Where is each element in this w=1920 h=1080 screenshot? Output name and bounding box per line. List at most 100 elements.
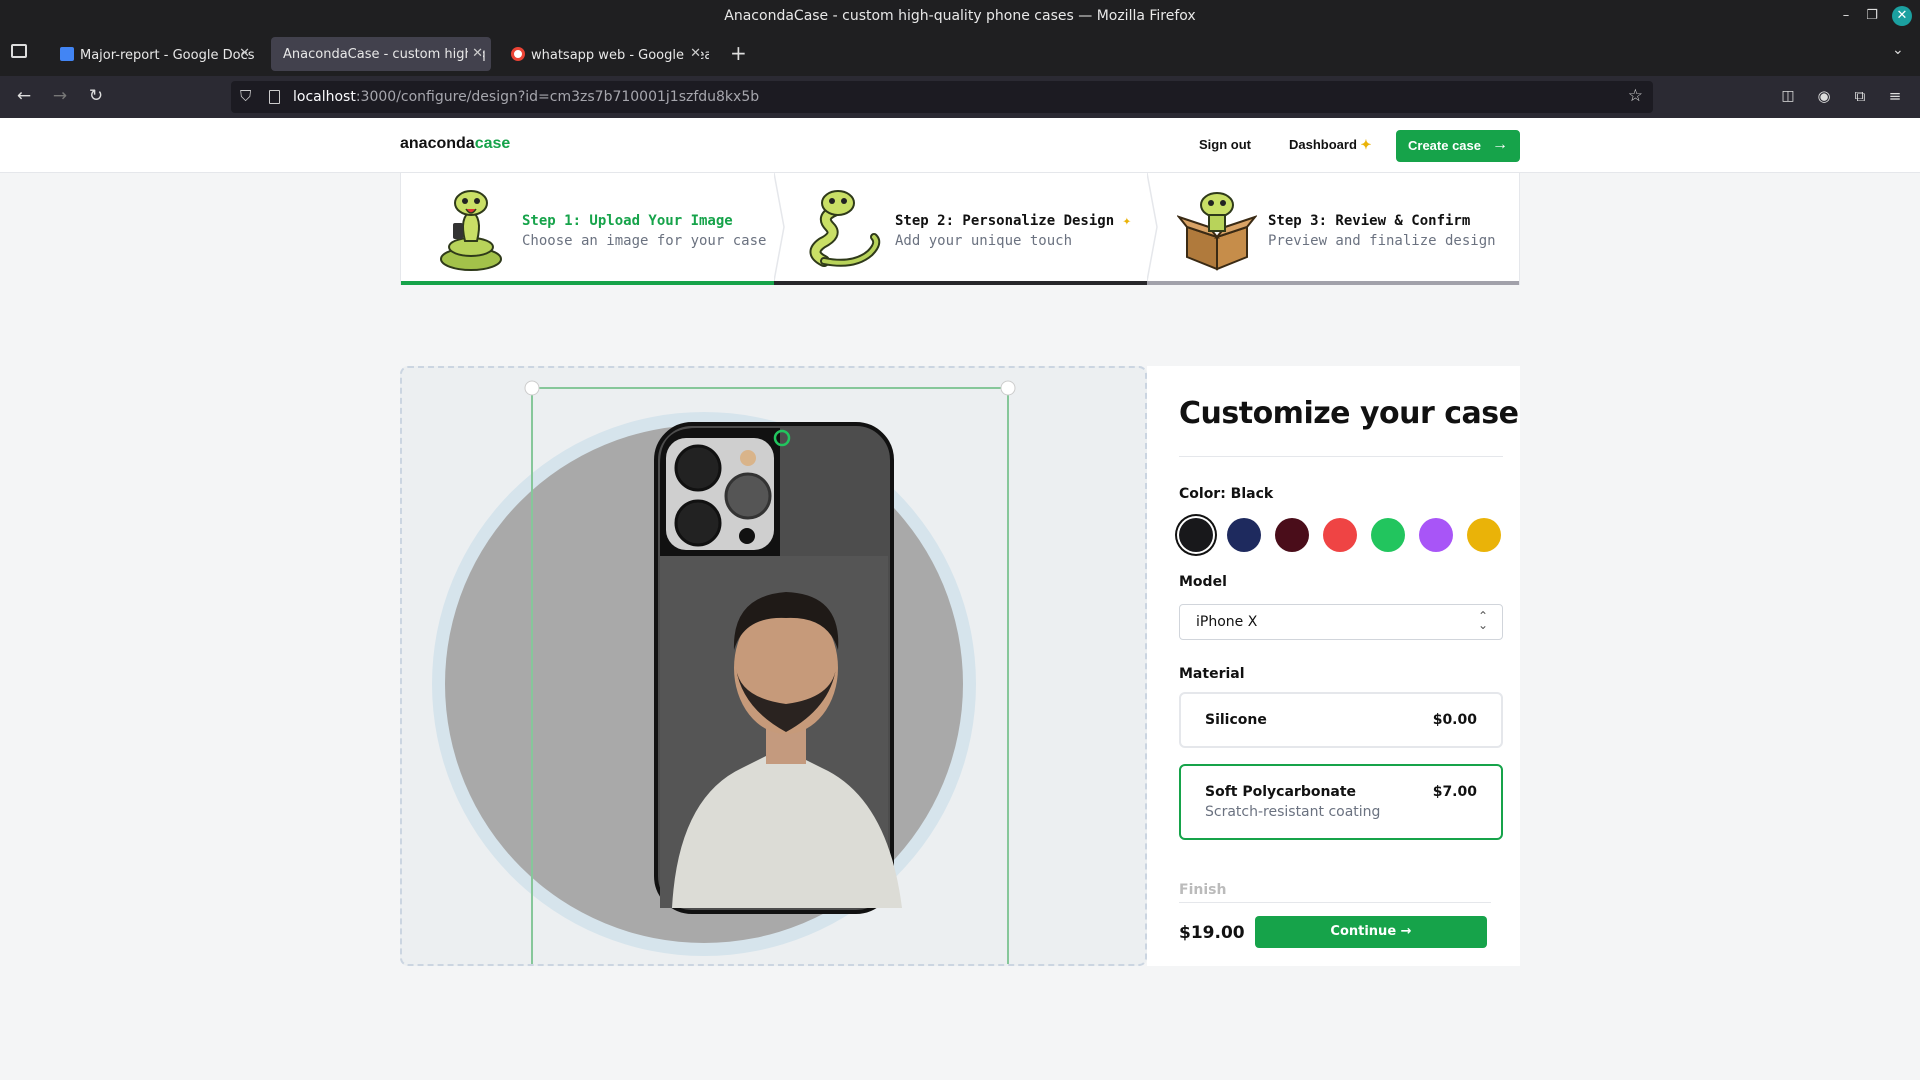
sparkle-icon: ✦ <box>1122 213 1132 229</box>
step-3-description: Preview and finalize design <box>1268 233 1496 249</box>
progress-steps: Step 1: Upload Your Image Choose an imag… <box>400 173 1520 285</box>
shield-icon[interactable]: ⛉ <box>240 87 251 105</box>
url-path: :3000/configure/design?id=cm3zs7b710001j… <box>355 89 760 105</box>
forward-icon[interactable]: → <box>48 86 72 106</box>
tab-label: Major-report - Google Docs <box>80 48 255 63</box>
chevron-up-down-icon: ⌃ ⌄ <box>1477 609 1488 632</box>
tab-google-search[interactable]: whatsapp web - Google Sea ✕ <box>499 37 709 71</box>
color-swatch-black[interactable] <box>1179 518 1213 552</box>
step-2: Step 2: Personalize Design ✦ Add your un… <box>774 173 1147 285</box>
step-1-progress-bar <box>401 281 774 285</box>
step-2-title: Step 2: Personalize Design ✦ <box>895 213 1131 229</box>
logo-accent-text: case <box>474 135 511 152</box>
arrow-right-icon: → <box>1400 924 1412 939</box>
tab-bar: Major-report - Google Docs ✕ AnacondaCas… <box>0 32 1920 76</box>
camera-lens-3 <box>724 472 772 520</box>
step-1-description: Choose an image for your case <box>522 233 767 249</box>
firefox-view-icon[interactable] <box>11 44 27 58</box>
color-swatch-rose[interactable] <box>1275 518 1309 552</box>
resize-handle-top-right[interactable] <box>1000 380 1016 396</box>
navigation-toolbar: ← → ↻ ⛉ localhost:3000/configure/design?… <box>0 76 1920 118</box>
dashboard-link[interactable]: Dashboard ✦ <box>1289 137 1371 153</box>
step-1: Step 1: Upload Your Image Choose an imag… <box>401 173 774 285</box>
create-case-button[interactable]: Create case → <box>1396 130 1520 162</box>
material-name: Soft Polycarbonate <box>1205 784 1357 800</box>
extensions-icon[interactable]: ⧉ <box>1848 87 1872 105</box>
finish-label: Finish <box>1179 882 1227 898</box>
close-tab-icon[interactable]: ✕ <box>468 46 483 61</box>
tab-anacondacase[interactable]: AnacondaCase - custom high-q ✕ <box>271 37 491 71</box>
model-select[interactable]: iPhone X ⌃ ⌄ <box>1179 604 1503 640</box>
restore-icon[interactable]: ❐ <box>1862 6 1882 26</box>
tab-label: AnacondaCase - custom high-q <box>283 47 486 62</box>
close-tab-icon[interactable]: ✕ <box>239 46 250 61</box>
url-host: localhost <box>293 89 356 105</box>
color-swatch-yellow[interactable] <box>1467 518 1501 552</box>
minimize-icon[interactable]: – <box>1836 6 1856 26</box>
color-swatch-green[interactable] <box>1371 518 1405 552</box>
customize-heading: Customize your case <box>1179 396 1519 431</box>
design-canvas[interactable] <box>400 366 1147 966</box>
divider <box>1179 456 1503 457</box>
snake-illustration <box>809 190 881 267</box>
url-bar[interactable]: ⛉ localhost:3000/configure/design?id=cm3… <box>231 81 1653 113</box>
color-label: Color: Black <box>1179 486 1274 502</box>
material-price: $0.00 <box>1432 712 1477 728</box>
customize-panel: Customize your case Color: Black Model i… <box>1147 366 1520 966</box>
color-swatch-purple[interactable] <box>1419 518 1453 552</box>
material-price: $7.00 <box>1432 784 1477 800</box>
dashboard-label: Dashboard <box>1289 137 1357 152</box>
model-label: Model <box>1179 574 1227 590</box>
step-2-progress-bar <box>774 281 1147 285</box>
google-icon <box>511 47 525 61</box>
continue-label: Continue <box>1330 924 1397 939</box>
color-swatch-blue[interactable] <box>1227 518 1261 552</box>
create-case-label: Create case <box>1408 138 1481 153</box>
camera-lens-2 <box>674 499 722 547</box>
divider <box>1179 902 1491 903</box>
menu-icon[interactable]: ≡ <box>1883 87 1907 105</box>
step-1-title: Step 1: Upload Your Image <box>522 213 733 229</box>
list-tabs-icon[interactable]: ⌄ <box>1892 42 1904 58</box>
url-text: localhost:3000/configure/design?id=cm3zs… <box>293 89 759 105</box>
site-header: anacondacase Sign out Dashboard ✦ Create… <box>0 118 1920 173</box>
back-icon[interactable]: ← <box>12 86 36 106</box>
reload-icon[interactable]: ↻ <box>84 86 108 106</box>
step-3-progress-bar <box>1147 281 1519 285</box>
case-preview <box>432 380 1016 964</box>
continue-button[interactable]: Continue → <box>1255 916 1487 948</box>
sign-out-link[interactable]: Sign out <box>1199 137 1251 152</box>
new-tab-icon[interactable]: + <box>730 41 747 65</box>
google-docs-icon <box>60 47 74 61</box>
total-price: $19.00 <box>1179 923 1245 943</box>
tab-label: whatsapp web - Google Sea <box>531 48 709 63</box>
material-option-silicone[interactable]: Silicone $0.00 <box>1179 692 1503 748</box>
material-name: Silicone <box>1205 712 1267 728</box>
window-title: AnacondaCase - custom high-quality phone… <box>724 8 1196 24</box>
material-option-soft-polycarbonate[interactable]: Soft Polycarbonate $7.00 Scratch-resista… <box>1179 764 1503 840</box>
account-icon[interactable]: ◉ <box>1812 87 1836 105</box>
snake-box-illustration <box>1177 192 1257 271</box>
close-tab-icon[interactable]: ✕ <box>686 46 701 61</box>
window-titlebar: AnacondaCase - custom high-quality phone… <box>0 0 1920 32</box>
snake-phone-illustration <box>440 190 502 271</box>
material-label: Material <box>1179 666 1245 682</box>
step-2-description: Add your unique touch <box>895 233 1073 249</box>
camera-lens-1 <box>674 444 722 492</box>
site-logo[interactable]: anacondacase <box>400 135 510 153</box>
color-swatch-red[interactable] <box>1323 518 1357 552</box>
camera-sensor <box>739 528 755 544</box>
close-window-icon[interactable]: ✕ <box>1892 6 1912 26</box>
page-content: anacondacase Sign out Dashboard ✦ Create… <box>0 118 1920 1080</box>
resize-handle-top-left[interactable] <box>524 380 540 396</box>
logo-text: anaconda <box>400 135 475 152</box>
arrow-right-icon: → <box>1492 136 1508 153</box>
step-2-title-text: Step 2: Personalize Design <box>895 213 1115 229</box>
pocket-icon[interactable]: ◫ <box>1776 88 1800 104</box>
sparkle-icon: ✦ <box>1360 137 1372 152</box>
model-value: iPhone X <box>1196 614 1258 630</box>
tab-google-docs[interactable]: Major-report - Google Docs ✕ <box>48 37 258 71</box>
camera-flash <box>740 450 756 466</box>
bookmark-star-icon[interactable]: ☆ <box>1628 86 1643 106</box>
step-3-title: Step 3: Review & Confirm <box>1268 213 1471 229</box>
